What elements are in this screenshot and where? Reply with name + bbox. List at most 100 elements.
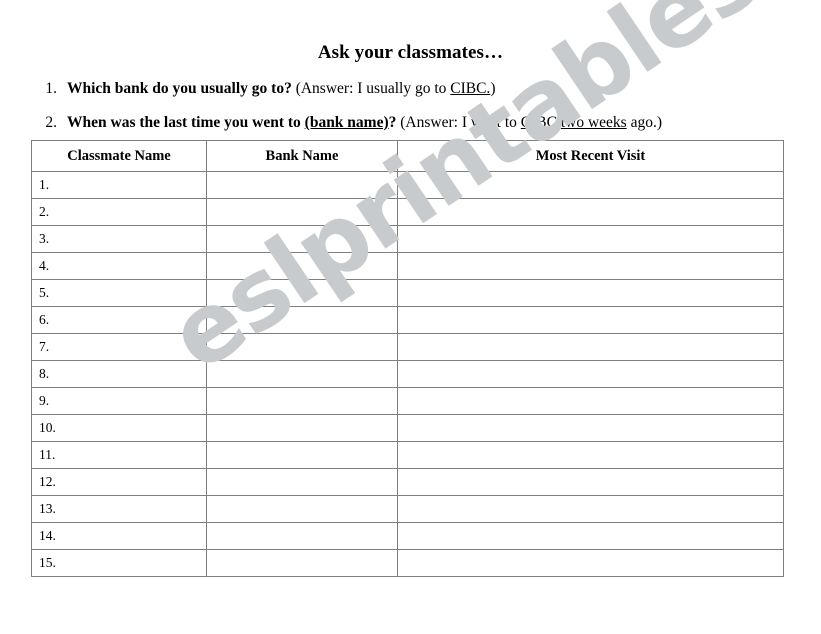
- cell-most-recent-visit-value: [398, 550, 783, 576]
- question-2-answer-underlined-1: CIBC: [520, 114, 557, 131]
- cell-most-recent-visit[interactable]: [397, 279, 784, 307]
- row-number: 4.: [39, 258, 50, 274]
- cell-classmate-name[interactable]: 12.: [31, 468, 207, 496]
- cell-most-recent-visit[interactable]: [397, 414, 784, 442]
- question-1-answer-close: ): [490, 80, 496, 97]
- cell-bank-name-value: [207, 415, 397, 441]
- cell-classmate-name[interactable]: 1.: [31, 171, 207, 199]
- cell-bank-name-value: [207, 172, 397, 198]
- cell-bank-name[interactable]: [206, 414, 398, 442]
- cell-bank-name[interactable]: [206, 495, 398, 523]
- column-header-bank-name: Bank Name: [206, 140, 398, 172]
- question-2-answer-close: ago.): [626, 114, 663, 131]
- cell-most-recent-visit-value: [398, 469, 783, 495]
- table-row: 7.: [31, 333, 784, 361]
- cell-most-recent-visit-value: [398, 253, 783, 279]
- cell-most-recent-visit-value: [398, 334, 783, 360]
- row-number: 8.: [39, 366, 50, 382]
- cell-bank-name[interactable]: [206, 387, 398, 415]
- row-number: 13.: [39, 501, 56, 517]
- table-header-row: Classmate Name Bank Name Most Recent Vis…: [31, 140, 784, 172]
- cell-most-recent-visit[interactable]: [397, 387, 784, 415]
- row-number: 2.: [39, 204, 50, 220]
- cell-most-recent-visit[interactable]: [397, 360, 784, 388]
- row-number: 9.: [39, 393, 50, 409]
- cell-bank-name[interactable]: [206, 279, 398, 307]
- cell-classmate-name[interactable]: 3.: [31, 225, 207, 253]
- table-body: 1. 2. 3. 4. 5. 6. 7. 8. 9. 10. 11. 12. 13. 14. 15.: [31, 171, 784, 577]
- cell-bank-name-value: [207, 469, 397, 495]
- cell-bank-name-value: [207, 523, 397, 549]
- cell-most-recent-visit[interactable]: [397, 549, 784, 577]
- cell-most-recent-visit[interactable]: [397, 306, 784, 334]
- cell-classmate-name[interactable]: 8.: [31, 360, 207, 388]
- table-row: 3.: [31, 225, 784, 253]
- cell-most-recent-visit-value: [398, 442, 783, 468]
- row-number: 12.: [39, 474, 56, 490]
- cell-bank-name-value: [207, 388, 397, 414]
- cell-most-recent-visit[interactable]: [397, 252, 784, 280]
- cell-classmate-name[interactable]: 7.: [31, 333, 207, 361]
- cell-most-recent-visit-value: [398, 307, 783, 333]
- cell-most-recent-visit[interactable]: [397, 198, 784, 226]
- cell-most-recent-visit[interactable]: [397, 333, 784, 361]
- cell-most-recent-visit-value: [398, 496, 783, 522]
- cell-classmate-name[interactable]: 6.: [31, 306, 207, 334]
- cell-most-recent-visit[interactable]: [397, 225, 784, 253]
- cell-bank-name[interactable]: [206, 252, 398, 280]
- table-row: 1.: [31, 171, 784, 199]
- cell-bank-name[interactable]: [206, 522, 398, 550]
- cell-bank-name[interactable]: [206, 225, 398, 253]
- cell-classmate-name[interactable]: 2.: [31, 198, 207, 226]
- table-row: 4.: [31, 252, 784, 280]
- cell-bank-name[interactable]: [206, 549, 398, 577]
- cell-bank-name[interactable]: [206, 360, 398, 388]
- cell-bank-name[interactable]: [206, 333, 398, 361]
- table-row: 10.: [31, 414, 784, 442]
- cell-most-recent-visit-value: [398, 280, 783, 306]
- cell-most-recent-visit[interactable]: [397, 522, 784, 550]
- question-1: 1. Which bank do you usually go to? (Answ…: [32, 79, 792, 98]
- cell-bank-name[interactable]: [206, 468, 398, 496]
- cell-most-recent-visit[interactable]: [397, 441, 784, 469]
- cell-bank-name-value: [207, 199, 397, 225]
- question-2-number: 2.: [45, 114, 57, 131]
- table-row: 9.: [31, 387, 784, 415]
- cell-most-recent-visit-value: [398, 388, 783, 414]
- classmates-survey-table: Classmate Name Bank Name Most Recent Vis…: [31, 140, 784, 577]
- question-2-prompt-part1: When was the last time you went to: [67, 114, 305, 131]
- cell-bank-name-value: [207, 253, 397, 279]
- cell-classmate-name[interactable]: 5.: [31, 279, 207, 307]
- row-number: 7.: [39, 339, 50, 355]
- cell-bank-name[interactable]: [206, 198, 398, 226]
- cell-most-recent-visit-value: [398, 199, 783, 225]
- row-number: 6.: [39, 312, 50, 328]
- table-row: 8.: [31, 360, 784, 388]
- question-1-answer-underlined: CIBC.: [450, 80, 491, 97]
- cell-bank-name[interactable]: [206, 306, 398, 334]
- worksheet-page: eslprintables.com Ask your classmates… 1…: [0, 0, 821, 634]
- table-row: 5.: [31, 279, 784, 307]
- row-number: 11.: [39, 447, 56, 463]
- row-number: 14.: [39, 528, 56, 544]
- column-header-most-recent-visit: Most Recent Visit: [397, 140, 784, 172]
- cell-most-recent-visit[interactable]: [397, 495, 784, 523]
- cell-most-recent-visit[interactable]: [397, 171, 784, 199]
- cell-most-recent-visit-value: [398, 415, 783, 441]
- cell-most-recent-visit[interactable]: [397, 468, 784, 496]
- cell-most-recent-visit-value: [398, 172, 783, 198]
- table-row: 2.: [31, 198, 784, 226]
- cell-classmate-name[interactable]: 14.: [31, 522, 207, 550]
- cell-classmate-name[interactable]: 15.: [31, 549, 207, 577]
- cell-bank-name-value: [207, 226, 397, 252]
- cell-classmate-name[interactable]: 4.: [31, 252, 207, 280]
- cell-classmate-name[interactable]: 11.: [31, 441, 207, 469]
- cell-bank-name[interactable]: [206, 441, 398, 469]
- cell-most-recent-visit-value: [398, 361, 783, 387]
- cell-classmate-name[interactable]: 13.: [31, 495, 207, 523]
- cell-classmate-name[interactable]: 10.: [31, 414, 207, 442]
- cell-bank-name[interactable]: [206, 171, 398, 199]
- cell-classmate-name[interactable]: 9.: [31, 387, 207, 415]
- question-1-prompt: Which bank do you usually go to?: [67, 80, 292, 97]
- cell-bank-name-value: [207, 550, 397, 576]
